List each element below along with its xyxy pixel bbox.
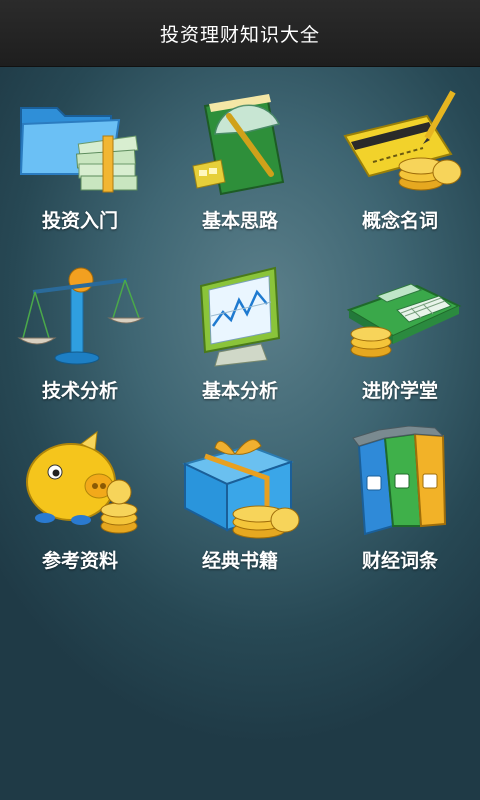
menu-row: 投资入门 基本思路 概念名词 [0, 80, 480, 250]
menu-item-label: 参考资料 [41, 550, 118, 572]
binders-icon [352, 426, 447, 536]
menu-item-advanced-class[interactable]: 进阶学堂 [320, 250, 480, 420]
menu-item-classic-books[interactable]: 经典书籍 [160, 420, 320, 590]
menu-item-concept-terms[interactable]: 概念名词 [320, 80, 480, 250]
menu-row: 技术分析 基本分析 进阶学堂 [0, 250, 480, 420]
menu-item-label: 经典书籍 [201, 550, 278, 572]
book-protractor-icon [192, 94, 285, 196]
menu-grid: 投资入门 基本思路 概念名词 技术分析 基本分析 进阶学堂 参考资料 经典书籍 … [0, 80, 480, 590]
gift-coins-icon [182, 439, 300, 539]
menu-item-label: 进阶学堂 [361, 380, 438, 402]
menu-item-label: 基本分析 [201, 380, 278, 402]
title-bar: 投资理财知识大全 [0, 0, 480, 67]
menu-item-fundamental-analysis[interactable]: 基本分析 [160, 250, 320, 420]
menu-item-finance-terms[interactable]: 财经词条 [320, 420, 480, 590]
menu-item-technical-analysis[interactable]: 技术分析 [0, 250, 160, 420]
page-title: 投资理财知识大全 [159, 23, 320, 46]
menu-item-references[interactable]: 参考资料 [0, 420, 160, 590]
balance-scale-icon [17, 267, 145, 365]
menu-item-label: 投资入门 [41, 210, 118, 232]
menu-item-label: 概念名词 [361, 210, 438, 232]
menu-item-basic-approach[interactable]: 基本思路 [160, 80, 320, 250]
menu-item-label: 基本思路 [201, 210, 278, 232]
chart-monitor-icon [199, 266, 281, 367]
menu-item-label: 财经词条 [361, 550, 438, 572]
calculator-coins-icon [346, 283, 462, 358]
menu-item-label: 技术分析 [41, 380, 118, 402]
card-coins-icon [343, 90, 462, 191]
menu-item-investment-intro[interactable]: 投资入门 [0, 80, 160, 250]
menu-row: 参考资料 经典书籍 财经词条 [0, 420, 480, 590]
folder-money-icon [19, 107, 139, 193]
piggy-bank-icon [26, 430, 138, 534]
